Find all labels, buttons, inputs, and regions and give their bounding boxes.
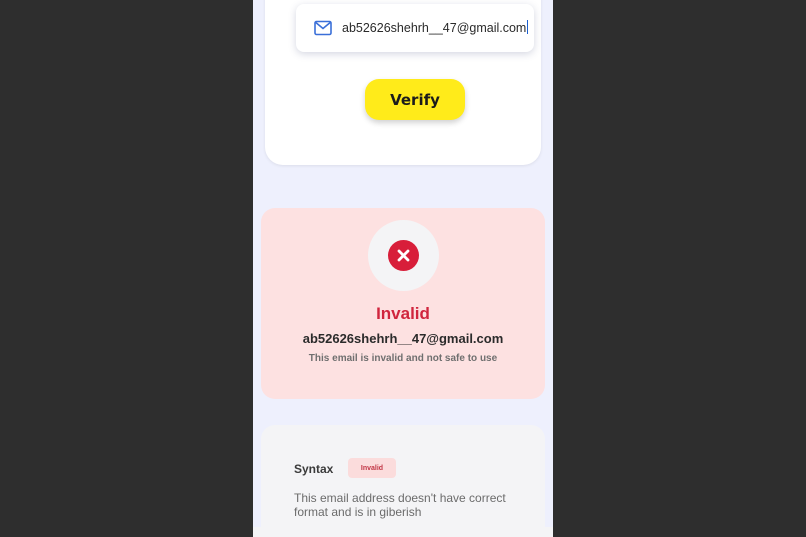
email-input[interactable]: ab52626shehrh__47@gmail.com [296, 4, 534, 52]
phone-screen: ab52626shehrh__47@gmail.com Verify Inval… [253, 0, 553, 527]
syntax-card: Syntax Invalid This email address doesn'… [261, 425, 545, 527]
bottom-bar [253, 527, 553, 537]
syntax-label: Syntax [294, 462, 334, 476]
close-circle-icon [388, 240, 419, 271]
result-email: ab52626shehrh__47@gmail.com [302, 331, 504, 346]
syntax-status-badge: Invalid [348, 458, 396, 478]
result-card: Invalid ab52626shehrh__47@gmail.com This… [261, 208, 545, 399]
verify-card: ab52626shehrh__47@gmail.com Verify [265, 0, 541, 165]
status-icon-circle [368, 220, 439, 291]
email-input-text: ab52626shehrh__47@gmail.com [342, 20, 529, 35]
syntax-description: This email address doesn't have correct … [294, 491, 506, 519]
mail-icon [314, 20, 332, 36]
verify-button[interactable]: Verify [365, 79, 465, 120]
text-caret [527, 20, 529, 34]
result-description: This email is invalid and not safe to us… [308, 353, 498, 364]
result-status: Invalid [376, 304, 430, 323]
